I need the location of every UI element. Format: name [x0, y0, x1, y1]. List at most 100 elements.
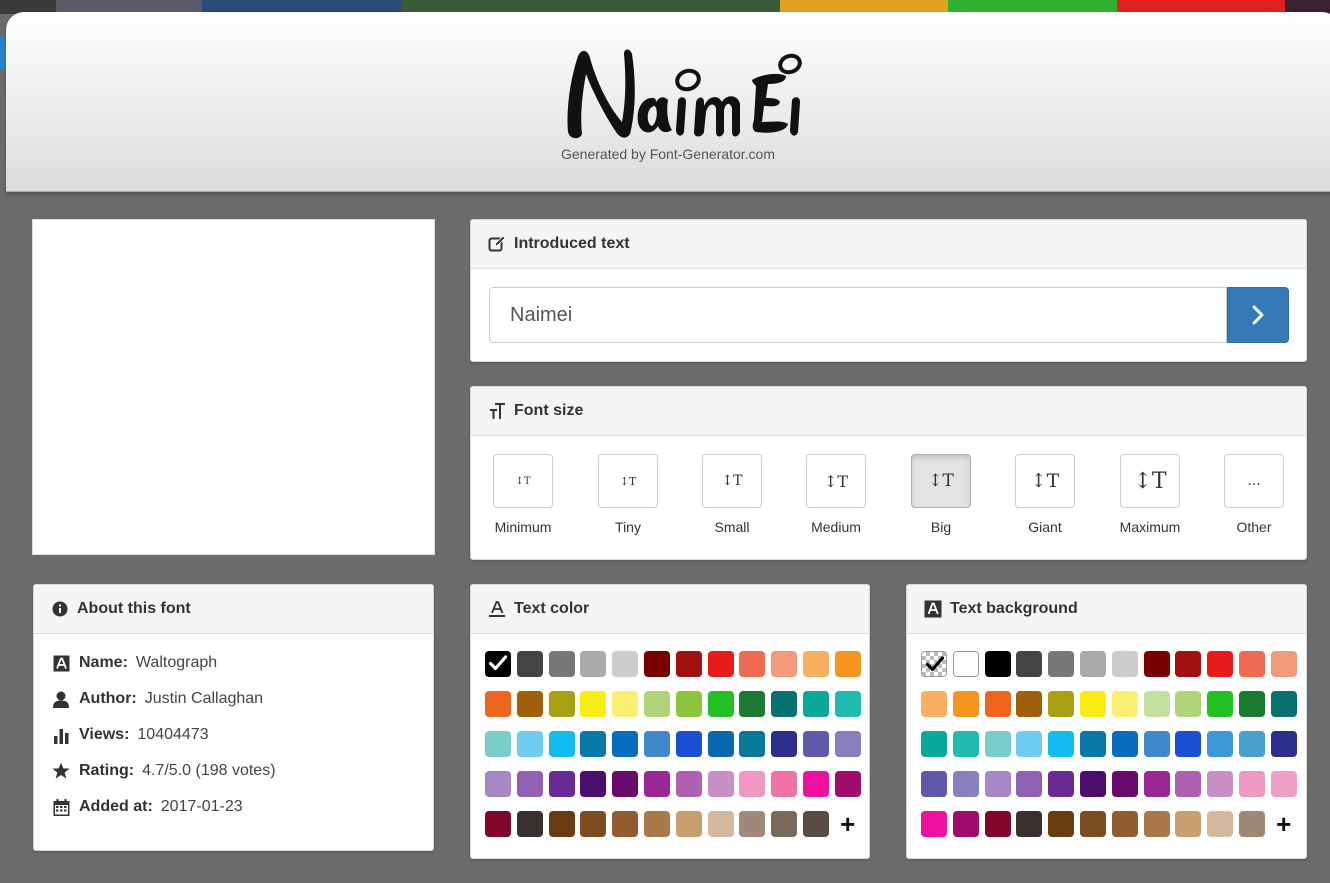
- text-background-swatch[interactable]: [921, 731, 947, 757]
- text-background-swatch[interactable]: [1079, 651, 1106, 677]
- text-background-swatch[interactable]: [1143, 651, 1170, 677]
- text-color-swatch[interactable]: [675, 771, 702, 797]
- text-background-swatch[interactable]: [984, 771, 1011, 797]
- text-color-swatch[interactable]: [612, 731, 639, 757]
- text-color-swatch[interactable]: [771, 731, 798, 757]
- text-background-swatch[interactable]: [1048, 691, 1075, 717]
- text-color-swatch[interactable]: [485, 691, 511, 717]
- text-color-swatch[interactable]: [580, 811, 607, 837]
- font-size-maximum-button[interactable]: ↕T: [1120, 454, 1180, 508]
- text-background-swatch[interactable]: [1270, 771, 1297, 797]
- text-color-swatch[interactable]: [643, 691, 670, 717]
- text-color-swatch[interactable]: [771, 651, 798, 677]
- text-color-swatch[interactable]: [516, 731, 543, 757]
- text-color-swatch[interactable]: [739, 811, 766, 837]
- text-background-swatch[interactable]: [952, 771, 979, 797]
- text-background-swatch[interactable]: [1048, 771, 1075, 797]
- text-color-swatch[interactable]: [834, 731, 861, 757]
- text-background-swatch[interactable]: [1270, 651, 1297, 677]
- text-color-add-custom-button[interactable]: +: [835, 811, 861, 837]
- text-background-swatch[interactable]: [1207, 811, 1234, 837]
- text-background-swatch[interactable]: [1111, 771, 1138, 797]
- text-background-swatch[interactable]: [1079, 771, 1106, 797]
- text-background-swatch[interactable]: [984, 731, 1011, 757]
- text-background-swatch[interactable]: [1016, 771, 1043, 797]
- text-color-swatch[interactable]: [675, 811, 702, 837]
- text-background-swatch[interactable]: [952, 651, 979, 677]
- text-color-swatch[interactable]: [548, 731, 575, 757]
- text-color-swatch[interactable]: [739, 771, 766, 797]
- text-color-swatch[interactable]: [834, 771, 861, 797]
- text-background-swatch[interactable]: [921, 811, 947, 837]
- text-color-swatch[interactable]: [739, 691, 766, 717]
- text-background-swatch[interactable]: [1079, 691, 1106, 717]
- text-background-swatch[interactable]: [1270, 691, 1297, 717]
- text-color-swatch[interactable]: [834, 691, 861, 717]
- text-color-swatch[interactable]: [485, 771, 511, 797]
- text-background-add-custom-button[interactable]: +: [1271, 811, 1297, 837]
- font-size-other-button[interactable]: ...: [1224, 454, 1284, 508]
- text-color-swatch[interactable]: [548, 811, 575, 837]
- text-color-swatch[interactable]: [771, 691, 798, 717]
- text-color-swatch[interactable]: [485, 651, 511, 677]
- text-color-swatch[interactable]: [516, 651, 543, 677]
- text-color-swatch[interactable]: [707, 771, 734, 797]
- text-background-swatch[interactable]: [1207, 651, 1234, 677]
- text-color-swatch[interactable]: [739, 731, 766, 757]
- text-color-swatch[interactable]: [802, 771, 829, 797]
- text-background-swatch[interactable]: [952, 811, 979, 837]
- text-background-swatch[interactable]: [984, 691, 1011, 717]
- text-color-swatch[interactable]: [802, 691, 829, 717]
- font-size-big-button[interactable]: ↕T: [911, 454, 971, 508]
- text-background-swatch[interactable]: [1048, 651, 1075, 677]
- font-size-medium-button[interactable]: ↕T: [806, 454, 866, 508]
- text-color-swatch[interactable]: [802, 811, 829, 837]
- text-background-swatch[interactable]: [1111, 651, 1138, 677]
- text-color-swatch[interactable]: [516, 811, 543, 837]
- text-background-swatch[interactable]: [1270, 731, 1297, 757]
- text-color-swatch[interactable]: [707, 651, 734, 677]
- text-background-swatch[interactable]: [1238, 651, 1265, 677]
- text-background-swatch[interactable]: [1143, 771, 1170, 797]
- text-background-swatch[interactable]: [1016, 811, 1043, 837]
- text-background-swatch[interactable]: [1079, 731, 1106, 757]
- text-background-swatch[interactable]: [1016, 731, 1043, 757]
- text-color-swatch[interactable]: [707, 731, 734, 757]
- text-color-swatch[interactable]: [548, 771, 575, 797]
- text-color-swatch[interactable]: [516, 771, 543, 797]
- text-background-swatch[interactable]: [1238, 691, 1265, 717]
- text-color-swatch[interactable]: [707, 811, 734, 837]
- text-color-swatch[interactable]: [580, 771, 607, 797]
- text-background-swatch[interactable]: [1175, 691, 1202, 717]
- text-background-swatch[interactable]: [1143, 731, 1170, 757]
- text-color-swatch[interactable]: [612, 771, 639, 797]
- text-color-swatch[interactable]: [675, 691, 702, 717]
- text-color-swatch[interactable]: [612, 651, 639, 677]
- text-background-swatch[interactable]: [952, 691, 979, 717]
- text-color-swatch[interactable]: [485, 731, 511, 757]
- text-background-swatch[interactable]: [1238, 731, 1265, 757]
- text-background-swatch[interactable]: [1143, 691, 1170, 717]
- text-background-swatch[interactable]: [1207, 771, 1234, 797]
- text-background-swatch[interactable]: [1238, 811, 1265, 837]
- font-size-minimum-button[interactable]: ↕T: [493, 454, 553, 508]
- text-color-swatch[interactable]: [643, 811, 670, 837]
- text-background-swatch[interactable]: [1175, 731, 1202, 757]
- text-color-swatch[interactable]: [802, 651, 829, 677]
- text-background-swatch[interactable]: [1238, 771, 1265, 797]
- text-color-swatch[interactable]: [612, 811, 639, 837]
- text-color-swatch[interactable]: [580, 731, 607, 757]
- font-size-tiny-button[interactable]: ↕T: [598, 454, 658, 508]
- text-color-swatch[interactable]: [643, 771, 670, 797]
- text-background-swatch[interactable]: [1016, 691, 1043, 717]
- text-background-swatch[interactable]: [921, 771, 947, 797]
- text-color-swatch[interactable]: [771, 811, 798, 837]
- text-background-swatch[interactable]: [1048, 731, 1075, 757]
- text-color-swatch[interactable]: [643, 651, 670, 677]
- text-color-swatch[interactable]: [580, 691, 607, 717]
- text-color-swatch[interactable]: [580, 651, 607, 677]
- text-color-swatch[interactable]: [675, 651, 702, 677]
- text-color-swatch[interactable]: [834, 651, 861, 677]
- text-color-swatch[interactable]: [771, 771, 798, 797]
- text-background-swatch[interactable]: [1175, 651, 1202, 677]
